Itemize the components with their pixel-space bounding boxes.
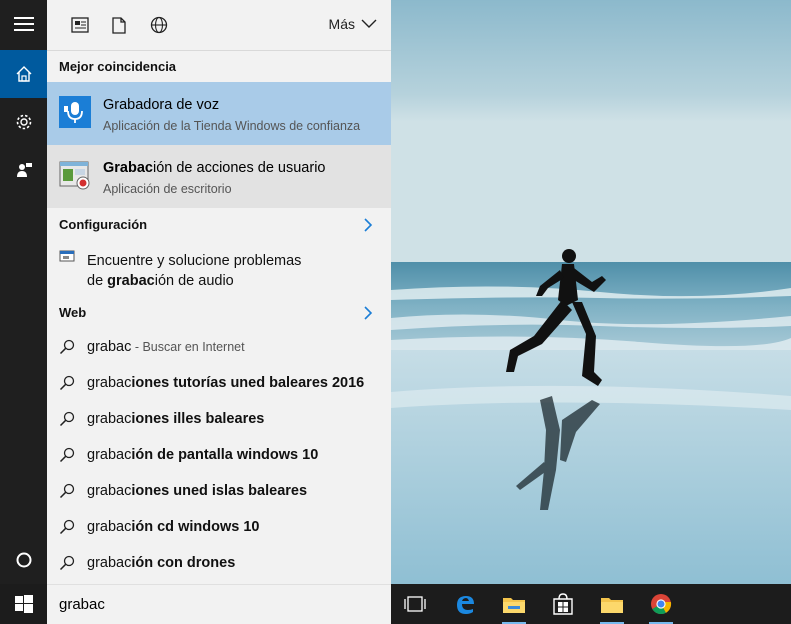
steps-recorder-icon	[59, 159, 91, 191]
search-icon	[59, 519, 75, 535]
web-suggestion-text: grabaciones uned islas baleares	[87, 483, 308, 499]
documents-filter-button[interactable]	[108, 14, 130, 36]
search-icon	[59, 375, 75, 391]
cortana-rail	[0, 0, 47, 584]
search-input[interactable]	[59, 593, 379, 615]
settings-button[interactable]	[0, 98, 47, 146]
web-suggestion[interactable]: grabación cd windows 10	[47, 509, 391, 545]
web-suggestion[interactable]: grabaciones illes baleares	[47, 401, 391, 437]
store-taskbar-button[interactable]	[548, 589, 578, 619]
result-steps-recorder[interactable]: Grabación de acciones de usuario Aplicac…	[47, 145, 391, 208]
result-subtitle: Aplicación de la Tienda Windows de confi…	[103, 119, 361, 133]
news-icon	[71, 17, 89, 33]
web-suggestion[interactable]: grabaciones uned islas baleares	[47, 473, 391, 509]
best-match-heading: Mejor coincidencia	[59, 59, 177, 74]
search-icon	[59, 483, 75, 499]
chrome-icon	[651, 594, 672, 615]
home-button[interactable]	[0, 50, 47, 98]
web-suggestion-text: grabación cd windows 10	[87, 519, 260, 535]
voice-recorder-icon	[59, 96, 91, 128]
settings-heading: Configuración	[59, 217, 148, 232]
file-explorer-taskbar-button[interactable]	[597, 589, 627, 624]
web-suggestion-text: grabaciones tutorías uned baleares 2016	[87, 375, 365, 391]
task-view-icon	[404, 596, 426, 612]
web-filter-button[interactable]	[148, 14, 170, 36]
feedback-person-icon	[16, 163, 32, 177]
result-subtitle: Aplicación de escritorio	[103, 182, 232, 196]
result-title: Grabación de acciones de usuario	[103, 160, 326, 176]
cortana-circle-icon	[16, 552, 31, 568]
hamburger-icon	[13, 17, 34, 31]
home-icon	[16, 66, 31, 82]
windows-logo-icon	[14, 595, 33, 613]
news-filter-button[interactable]	[69, 14, 91, 36]
search-results-panel: Más Mejor coincidencia Grabadora de voz …	[47, 0, 391, 584]
feedback-button[interactable]	[0, 146, 47, 194]
filter-bar: Más	[47, 0, 391, 51]
file-explorer-taskbar-button[interactable]	[499, 589, 529, 624]
web-suggestion[interactable]: grabación con drones	[47, 545, 391, 581]
more-filters-dropdown[interactable]: Más	[329, 16, 377, 32]
web-suggestion-text: grabación con drones	[87, 555, 236, 571]
chevron-right-icon[interactable]	[363, 306, 373, 320]
web-suggestion-text: grabación de pantalla windows 10	[87, 447, 319, 463]
web-suggestion[interactable]: grabac - Buscar en Internet	[47, 329, 391, 365]
edge-icon	[457, 596, 474, 614]
result-voice-recorder[interactable]: Grabadora de voz Aplicación de la Tienda…	[47, 82, 391, 145]
document-icon	[112, 16, 126, 34]
web-suggestion-text: grabaciones illes baleares	[87, 411, 265, 427]
search-icon	[59, 339, 75, 355]
more-label: Más	[328, 16, 355, 32]
web-globe-icon	[150, 16, 168, 34]
search-box[interactable]	[47, 584, 391, 624]
web-suggestion-text: grabac - Buscar en Internet	[87, 339, 245, 355]
task-view-button[interactable]	[400, 589, 430, 619]
web-suggestion[interactable]: grabación de pantalla windows 10	[47, 437, 391, 473]
search-icon	[59, 447, 75, 463]
start-button[interactable]	[0, 584, 47, 624]
gear-icon	[16, 114, 31, 130]
web-suggestion[interactable]: grabaciones tutorías uned baleares 2016	[47, 365, 391, 401]
cortana-button[interactable]	[0, 536, 47, 584]
file-explorer-icon	[503, 598, 525, 613]
settings-result-troubleshoot-audio[interactable]: Encuentre y solucione problemas de graba…	[47, 244, 391, 294]
chevron-right-icon[interactable]	[363, 218, 373, 232]
troubleshoot-icon	[59, 250, 75, 264]
result-title: Grabadora de voz	[103, 97, 220, 113]
web-heading: Web	[59, 305, 87, 320]
settings-result-text: Encuentre y solucione problemas de graba…	[87, 253, 302, 289]
chevron-down-icon	[361, 19, 377, 28]
store-icon	[553, 593, 573, 615]
hamburger-menu-button[interactable]	[0, 0, 47, 48]
search-icon	[59, 555, 75, 571]
file-explorer-icon	[601, 598, 623, 613]
edge-taskbar-button[interactable]	[450, 589, 480, 619]
chrome-taskbar-button[interactable]	[646, 589, 676, 624]
search-icon	[59, 411, 75, 427]
